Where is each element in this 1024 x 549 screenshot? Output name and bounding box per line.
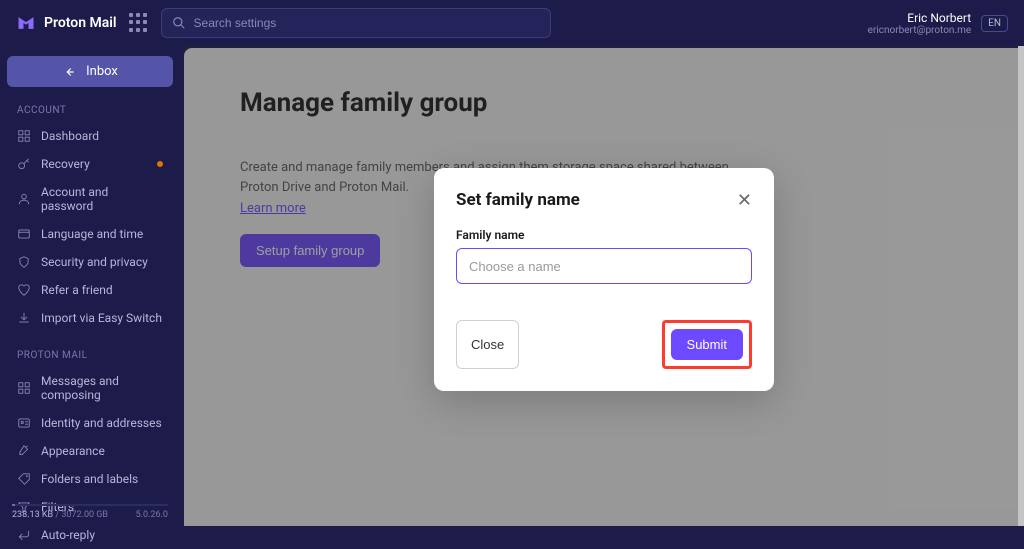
version-text: 5.0.26.0 [136,510,168,520]
reply-icon [17,528,31,542]
user-menu[interactable]: Eric Norbert ericnorbert@proton.me [868,11,972,36]
paint-icon [17,444,31,458]
scrollbar[interactable] [1018,46,1024,526]
proton-logo-icon [16,13,36,33]
apps-switcher-icon[interactable] [129,13,149,33]
sidebar-item-dashboard[interactable]: Dashboard [5,122,175,150]
globe-icon [17,227,31,241]
modal-close-icon[interactable]: ✕ [737,191,752,209]
shield-icon [17,255,31,269]
user-name: Eric Norbert [868,11,972,25]
language-selector[interactable]: EN [981,15,1008,32]
inbox-button[interactable]: Inbox [7,56,173,87]
sidebar-item-label: Appearance [41,444,105,458]
family-name-label: Family name [456,228,752,242]
sidebar-item-label: Account and password [41,185,163,213]
sidebar-item-label: Identity and addresses [41,416,162,430]
sidebar-item-label: Security and privacy [41,255,148,269]
sidebar-item-refer[interactable]: Refer a friend [5,276,175,304]
modal-overlay[interactable]: Set family name ✕ Family name Close Subm… [184,46,1024,526]
storage-text: 238.13 KB / 3072.00 GB [12,510,108,520]
search-input[interactable] [194,16,540,30]
arrow-left-icon [62,65,76,79]
sidebar-item-label: Import via Easy Switch [41,311,162,325]
grid-icon [17,129,31,143]
product-name: Proton Mail [44,15,117,31]
heart-icon [17,283,31,297]
section-mail-label: Proton Mail [5,344,175,367]
sidebar-item-security[interactable]: Security and privacy [5,248,175,276]
user-icon [17,192,31,206]
sidebar-item-label: Recovery [41,157,90,171]
logo[interactable]: Proton Mail [16,13,117,33]
tag-icon [17,472,31,486]
family-name-input[interactable] [456,248,752,284]
id-icon [17,416,31,430]
submit-highlight: Submit [662,320,752,369]
sidebar-item-identity[interactable]: Identity and addresses [5,409,175,437]
notification-dot-icon [157,161,163,167]
sidebar-item-folders[interactable]: Folders and labels [5,465,175,493]
search-icon [172,16,186,30]
sidebar-footer: 238.13 KB / 3072.00 GB 5.0.26.0 [0,498,180,526]
app-header: Proton Mail Eric Norbert ericnorbert@pro… [0,0,1024,46]
sidebar-item-label: Folders and labels [41,472,138,486]
modal-title: Set family name [456,190,580,210]
sidebar-item-messages[interactable]: Messages and composing [5,367,175,409]
sidebar-item-appearance[interactable]: Appearance [5,437,175,465]
sidebar-item-import[interactable]: Import via Easy Switch [5,304,175,332]
close-button[interactable]: Close [456,320,519,369]
sidebar-item-label: Language and time [41,227,143,241]
sidebar-item-recovery[interactable]: Recovery [5,150,175,178]
grid-icon [17,381,31,395]
header-right: Eric Norbert ericnorbert@proton.me EN [868,11,1008,36]
sidebar-item-label: Messages and composing [41,374,163,402]
submit-button[interactable]: Submit [671,329,743,360]
sidebar-item-label: Refer a friend [41,283,113,297]
sidebar-item-account-password[interactable]: Account and password [5,178,175,220]
sidebar-item-label: Dashboard [41,129,99,143]
storage-bar [12,504,168,506]
download-icon [17,311,31,325]
search-bar[interactable] [161,8,551,38]
sidebar-item-label: Auto-reply [41,528,95,542]
sidebar: Inbox Account Dashboard Recovery Account… [0,46,180,526]
sidebar-item-language-time[interactable]: Language and time [5,220,175,248]
section-account-label: Account [5,99,175,122]
key-icon [17,157,31,171]
inbox-label: Inbox [86,64,118,79]
set-family-name-modal: Set family name ✕ Family name Close Subm… [434,168,774,391]
user-email: ericnorbert@proton.me [868,25,972,36]
